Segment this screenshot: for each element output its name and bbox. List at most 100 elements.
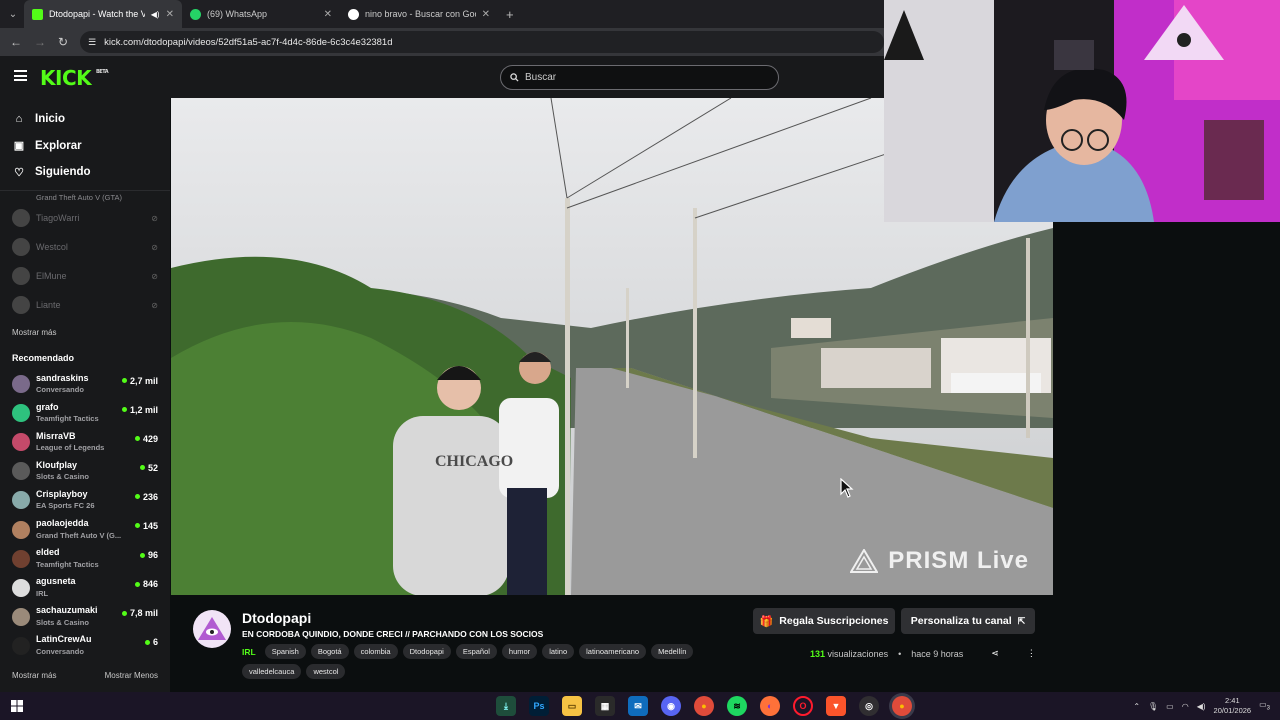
search-input[interactable]: Buscar [500, 65, 779, 90]
kick-favicon-icon [32, 8, 43, 20]
windows-taskbar: ⤓ Ps ▭ ▦ ✉ ◉ ● ≋ ◐ O ▼ ◎ ● ⌃ 🎙 ▭ ◠ ◀) 2:… [0, 692, 1280, 720]
close-tab-icon[interactable]: ✕ [166, 9, 174, 20]
menu-icon[interactable] [14, 70, 27, 81]
app-icon[interactable]: ⤓ [496, 696, 516, 716]
notification-icon[interactable]: ▭3 [1259, 700, 1270, 712]
recommended-channel[interactable]: sachauzumaki Slots & Casino 7,8 mil [0, 602, 170, 631]
live-dot-icon [121, 407, 127, 413]
tab-title: (69) WhatsApp [207, 9, 268, 19]
following-item[interactable]: Westcol ⊘ [0, 233, 170, 262]
nav-item-explorar[interactable]: ▣ Explorar [0, 133, 170, 160]
live-dot-icon [139, 552, 145, 558]
calculator-icon[interactable]: ▦ [595, 696, 615, 716]
recommended-channel[interactable]: Crisplayboy EA Sports FC 26 236 [0, 486, 170, 515]
dot-separator: • [898, 648, 902, 659]
recommended-channel[interactable]: agusneta IRL 846 [0, 573, 170, 602]
browser-tab[interactable]: nino bravo - Buscar con Google ✕ [340, 0, 498, 28]
following-item[interactable]: Liante ⊘ [0, 291, 170, 320]
browser-tab[interactable]: Dtodopapi - Watch the VOD ◀) ✕ [24, 0, 182, 28]
tag-chip[interactable]: latino [542, 644, 575, 659]
channel-name[interactable]: Dtodopapi [242, 610, 311, 626]
discord-icon[interactable]: ◉ [661, 696, 681, 716]
show-more-link[interactable]: Mostrar más [12, 671, 56, 680]
spotify-icon[interactable]: ≋ [727, 696, 747, 716]
channel-info: Dtodopapi EN CORDOBA QUINDIO, DONDE CREC… [171, 596, 1053, 692]
opera-icon[interactable]: O [793, 696, 813, 716]
network-icon[interactable]: ▭ [1166, 702, 1174, 711]
channel-name: elded [36, 547, 60, 558]
windows-logo-icon [11, 700, 23, 712]
viewer-count: 6 [144, 637, 158, 647]
gift-subscriptions-button[interactable]: 🎁 Regala Suscripciones [753, 608, 895, 634]
tag-chip[interactable]: Medellín [651, 644, 694, 659]
show-less-link[interactable]: Mostrar Menos [105, 671, 158, 680]
channel-avatar[interactable] [193, 610, 231, 648]
site-info-icon[interactable]: ☰ [88, 37, 96, 48]
url-field[interactable]: ☰ kick.com/dtodopapi/videos/52df51a5-ac7… [80, 31, 884, 53]
nav-item-siguiendo[interactable]: ♡ Siguiendo [0, 159, 170, 186]
microphone-icon[interactable]: 🎙 [1148, 702, 1158, 711]
following-item[interactable]: ElMune ⊘ [0, 262, 170, 291]
clock[interactable]: 2:41 20/01/2026 [1214, 696, 1252, 716]
brave-icon[interactable]: ▼ [826, 696, 846, 716]
channel-category: Teamfight Tactics [36, 559, 99, 569]
tab-search-chevron-icon[interactable]: ⌄ [2, 3, 24, 25]
back-icon[interactable]: ← [10, 35, 22, 49]
tag-chip[interactable]: Español [455, 644, 497, 659]
recommended-channel[interactable]: LatinCrewAu Conversando 6 [0, 631, 170, 660]
tag-chip[interactable]: humor [501, 644, 538, 659]
customize-channel-button[interactable]: Personaliza tu canal ⇱ [901, 608, 1035, 634]
recommended-channel[interactable]: sandraskins Conversando 2,7 mil [0, 370, 170, 399]
viewer-count: 52 [139, 463, 158, 473]
tag-chip[interactable]: latinoamericano [579, 644, 647, 659]
close-tab-icon[interactable]: ✕ [482, 9, 490, 20]
following-item[interactable]: TiagoWarri ⊘ [0, 204, 170, 233]
channel-category: Grand Theft Auto V (G... [36, 530, 122, 540]
firefox-icon[interactable]: ◐ [760, 696, 780, 716]
channel-name: sachauzumaki [36, 605, 98, 616]
recommended-channel[interactable]: Kloufplay Slots & Casino 52 [0, 457, 170, 486]
show-more-following-link[interactable]: Mostrar más [0, 320, 170, 346]
more-options-icon[interactable]: ⋮ [1027, 648, 1036, 659]
recommended-channel[interactable]: paolaojedda Grand Theft Auto V (G... 145 [0, 515, 170, 544]
share-icon[interactable]: ⋖ [991, 648, 999, 659]
tag-chip[interactable]: Dtodopapi [402, 644, 451, 659]
channel-category: League of Legends [36, 443, 105, 453]
recommended-channel[interactable]: MisrraVB League of Legends 429 [0, 428, 170, 457]
recommended-channel[interactable]: grafo Teamfight Tactics 1,2 mil [0, 399, 170, 428]
chrome-active-icon[interactable]: ● [892, 696, 912, 716]
wifi-icon[interactable]: ◠ [1182, 702, 1189, 711]
chevron-up-icon[interactable]: ⌃ [1133, 702, 1140, 711]
avatar [12, 520, 30, 539]
viewer-count: 96 [139, 550, 158, 560]
tag-chip[interactable]: valledelcauca [242, 664, 302, 679]
tag-chip[interactable]: Bogotá [310, 644, 349, 659]
right-panel [1053, 222, 1280, 692]
tag-chip[interactable]: westcol [306, 664, 346, 679]
mail-icon[interactable]: ✉ [628, 696, 648, 716]
obs-icon[interactable]: ◎ [859, 696, 879, 716]
photoshop-icon[interactable]: Ps [529, 696, 549, 716]
volume-icon[interactable]: ◀) [1197, 702, 1206, 711]
tag-chip[interactable]: colombia [353, 644, 398, 659]
reload-icon[interactable]: ↻ [58, 35, 68, 49]
browser-tab[interactable]: (69) WhatsApp ✕ [182, 0, 340, 28]
live-dot-icon [139, 465, 145, 471]
recommended-channel[interactable]: elded Teamfight Tactics 96 [0, 544, 170, 573]
tag-chip[interactable]: Spanish [264, 644, 306, 659]
kick-logo[interactable]: KICK BETA [40, 66, 109, 90]
file-explorer-icon[interactable]: ▭ [562, 696, 582, 716]
start-button[interactable] [0, 692, 34, 720]
close-tab-icon[interactable]: ✕ [324, 9, 332, 20]
search-icon [510, 73, 519, 82]
chrome-icon[interactable]: ● [694, 696, 714, 716]
google-favicon-icon [348, 8, 359, 20]
channel-name: Crisplayboy [36, 488, 88, 499]
gift-icon: 🎁 [759, 615, 774, 628]
forward-icon[interactable]: → [34, 35, 46, 49]
new-tab-icon[interactable]: + [506, 7, 514, 22]
channel-name: agusneta [36, 576, 76, 587]
nav-item-inicio[interactable]: ⌂ Inicio [0, 106, 170, 133]
avatar [12, 209, 30, 227]
category-link[interactable]: IRL [242, 647, 256, 657]
